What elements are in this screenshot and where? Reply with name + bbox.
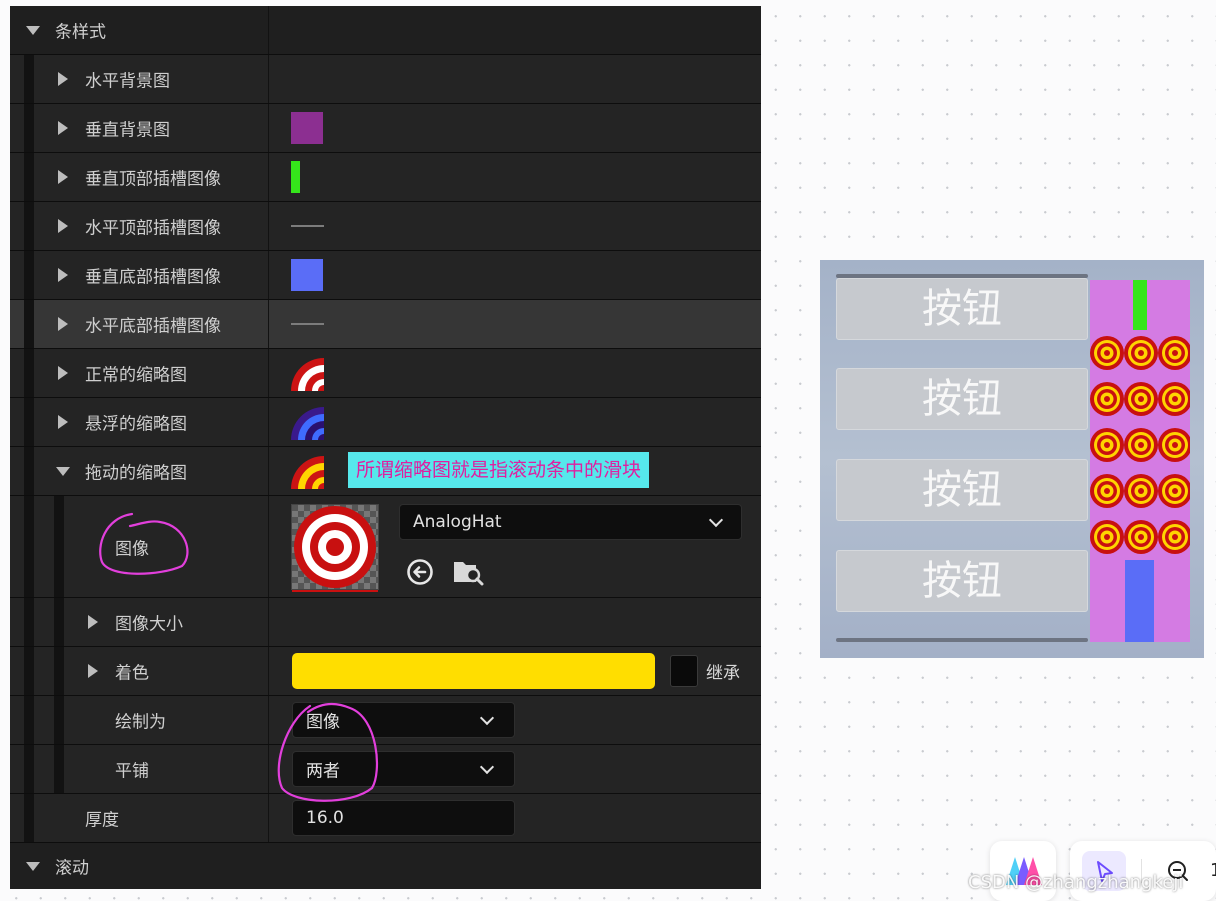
scrollbar-bottom-slot [1125,560,1154,642]
preview-button[interactable]: 按钮 [836,278,1088,340]
scrollbar-thumb[interactable] [1090,330,1190,560]
scrollbar-top-slot [1133,280,1147,330]
zoom-level[interactable]: 1 [1210,860,1216,881]
details-panel: 条样式 水平背景图 垂直背景图 垂直顶部插槽图像 水平顶部插槽图像 垂直底部插槽 [10,6,761,889]
annotation-circles [99,512,378,802]
widget-preview: 按钮 按钮 按钮 按钮 [820,260,1204,658]
bottom-shadow-strip [836,638,1088,642]
preview-button[interactable]: 按钮 [836,368,1088,430]
preview-button[interactable]: 按钮 [836,459,1088,521]
scrollbar-track[interactable] [1090,280,1190,642]
preview-button[interactable]: 按钮 [836,550,1088,612]
watermark: CSDN @zhangzhangkeji [968,872,1184,893]
